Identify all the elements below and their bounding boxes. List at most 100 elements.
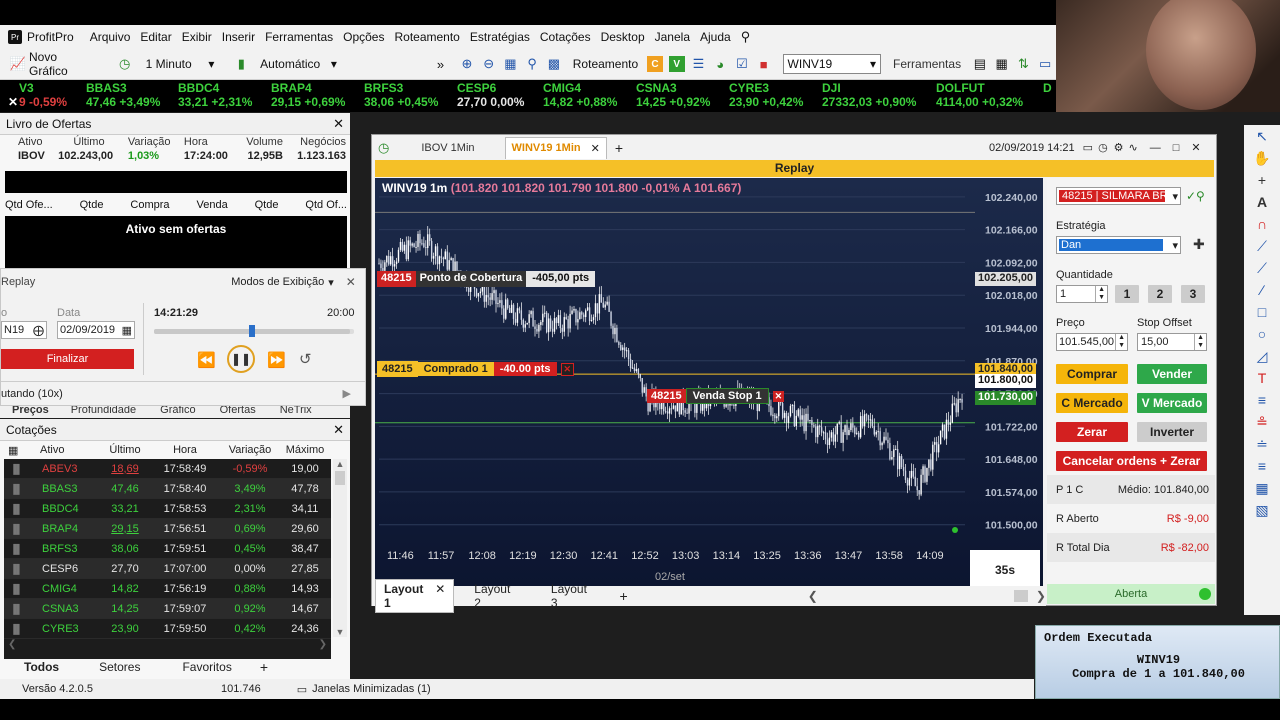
replay-progress-handle[interactable] (249, 325, 255, 337)
table-row[interactable]: ▐▌ ABEV3 18,69 17:58:49 -0,59% 19,00 (4, 459, 331, 479)
more-chevron-icon[interactable]: » (437, 57, 444, 72)
qty-1-button[interactable]: 1 (1115, 285, 1139, 303)
v-icon[interactable]: V (668, 56, 685, 72)
zerar-button[interactable]: Zerar (1056, 422, 1128, 442)
restart-icon[interactable]: ↺ (299, 350, 312, 368)
ticker-item[interactable]: BRFS3 38,06 +0,45% (364, 81, 438, 109)
crosshair-icon[interactable]: + (1244, 169, 1280, 191)
qty-3-button[interactable]: 3 (1181, 285, 1205, 303)
order-executed-notification[interactable]: Ordem Executada WINV19 Compra de 1 a 101… (1035, 625, 1280, 699)
menu-desktop[interactable]: Desktop (601, 30, 645, 44)
ticker-item[interactable]: CYRE3 23,90 +0,42% (729, 81, 803, 109)
table-row[interactable]: ▐▌ BRAP4 29,15 17:56:51 0,69% 29,60 (4, 519, 331, 539)
menu-roteamento[interactable]: Roteamento (394, 30, 459, 44)
menu-ajuda[interactable]: Ajuda (700, 30, 731, 44)
tab-profundidade[interactable]: Profundidade (71, 406, 136, 418)
menu-opcoes[interactable]: Opções (343, 30, 384, 44)
magnet-icon[interactable]: ∩ (1244, 213, 1280, 235)
fan-icon[interactable]: ≐ (1244, 433, 1280, 455)
ticker-item[interactable]: CSNA3 14,25 +0,92% (636, 81, 710, 109)
search-chart-icon[interactable]: ⚲ (524, 56, 540, 72)
quantidade-input[interactable]: 1 ▲ ▼ (1056, 285, 1108, 303)
tab-setores[interactable]: Setores (99, 660, 140, 674)
trendline-icon[interactable]: ⟋ (1244, 235, 1280, 257)
scroll-left-icon[interactable]: ❮ (808, 589, 818, 603)
add-tab-icon[interactable]: + (260, 659, 268, 675)
zoom-out-icon[interactable]: ⊖ (481, 56, 497, 72)
table-row[interactable]: ▐▌ CSNA3 14,25 17:59:07 0,92% 14,67 (4, 599, 331, 619)
close-icon[interactable]: ✕ (333, 116, 344, 132)
replay-progress-track[interactable] (154, 325, 354, 337)
tab-precos[interactable]: Preços (12, 406, 49, 418)
cancelar-zerar-button[interactable]: Cancelar ordens + Zerar (1056, 451, 1207, 471)
settings-icon[interactable]: ⚙ (1114, 141, 1124, 154)
tab-grafico[interactable]: Gráfico (160, 406, 195, 418)
grid-icon[interactable]: ▦ (503, 56, 519, 72)
scroll-up-icon[interactable]: ▲ (333, 459, 347, 469)
menu-exibir[interactable]: Exibir (182, 30, 212, 44)
chart-type-icon[interactable]: ∿ (1129, 141, 1138, 154)
mode-select[interactable]: Automático ▾ (260, 57, 337, 71)
add-layout-icon[interactable]: + (620, 588, 628, 604)
text-icon[interactable]: A (1244, 191, 1280, 213)
scroll-left-icon[interactable]: ❮ (8, 639, 16, 653)
play-icon[interactable]: ▶ (343, 387, 351, 400)
qty-2-button[interactable]: 2 (1148, 285, 1172, 303)
finalizar-button[interactable]: Finalizar (1, 349, 134, 369)
stepper-icon[interactable]: ▲ ▼ (1115, 334, 1127, 350)
cobertura-tag[interactable]: 48215 Ponto de Cobertura -405,00 pts (377, 271, 596, 287)
layout-2-tab[interactable]: Layout 2 (474, 582, 515, 610)
layout-icon[interactable]: ▤ (972, 56, 988, 72)
window-icon[interactable]: ▭ (1083, 141, 1093, 154)
maximize-icon[interactable]: □ (1173, 142, 1180, 154)
sort-arrows-icon[interactable]: ⇅ (1016, 56, 1032, 72)
channel-icon[interactable]: ∕ (1244, 279, 1280, 301)
pause-button[interactable]: ❚❚ (227, 345, 255, 373)
check-list-icon[interactable]: ☑ (734, 56, 750, 72)
close-icon[interactable]: ✕ (333, 422, 344, 438)
table-row[interactable]: ▐▌ CESP6 27,70 17:07:00 0,00% 27,85 (4, 559, 331, 579)
table-icon[interactable]: ▩ (546, 56, 562, 72)
flag-icon[interactable]: ■ (756, 56, 772, 72)
menu-ferramentas[interactable]: Ferramentas (265, 30, 333, 44)
table-row[interactable]: ▐▌ BRFS3 38,06 17:59:51 0,45% 38,47 (4, 539, 331, 559)
layout-1-tab[interactable]: Layout 1 ✕ (375, 579, 455, 613)
ticker-item[interactable]: D (1043, 81, 1052, 95)
quotes-scrollbar[interactable]: ▲ ▼ (333, 459, 347, 637)
ticker-item[interactable]: CMIG4 14,82 +0,88% (543, 81, 617, 109)
stepper-icon[interactable]: ▲ ▼ (1194, 334, 1206, 350)
venda-stop-tag[interactable]: 48215 Venda Stop 1 ✕ (647, 388, 785, 404)
scroll-thumb[interactable] (1013, 590, 1028, 602)
ticker-item[interactable]: DOLFUT 4114,00 +0,32% (936, 81, 1023, 109)
table-row[interactable]: ▐▌ CMIG4 14,82 17:56:19 0,88% 14,93 (4, 579, 331, 599)
measure-icon[interactable]: ▧ (1244, 499, 1280, 521)
c-mercado-button[interactable]: C Mercado (1056, 393, 1128, 413)
grid-layout-icon[interactable]: ▦ (994, 56, 1010, 72)
tab-netrix[interactable]: NeTrix (280, 406, 312, 418)
tab-winv19[interactable]: WINV19 1Min ✕ (504, 136, 607, 159)
add-tab-icon[interactable]: + (615, 140, 623, 156)
layout-3-tab[interactable]: Layout 3 (551, 582, 592, 610)
tab-ibov[interactable]: IBOV 1Min (421, 142, 474, 154)
tab-favoritos[interactable]: Favoritos (182, 660, 231, 674)
ticker-item[interactable]: CESP6 27,70 0,00% (457, 81, 524, 109)
rewind-icon[interactable]: ⏪ (197, 351, 216, 369)
close-icon[interactable]: ✕ (346, 275, 356, 289)
fast-forward-icon[interactable]: ⏩ (267, 351, 286, 369)
quotes-hscroll[interactable]: ❮ ❯ (4, 639, 331, 653)
stepper-icon[interactable]: ▲ ▼ (1095, 286, 1107, 302)
ruler-icon[interactable]: ▦ (1244, 477, 1280, 499)
table-row[interactable]: ▐▌ BBDC4 33,21 17:58:53 2,31% 34,11 (4, 499, 331, 519)
inverter-button[interactable]: Inverter (1137, 422, 1207, 442)
interval-select[interactable]: 1 Minuto ▾ (146, 57, 215, 71)
zoom-in-icon[interactable]: ⊕ (459, 56, 475, 72)
modes-dropdown[interactable]: Modos de Exibição ▾ (231, 276, 333, 289)
stop-offset-input[interactable]: 15,00 ▲ ▼ (1137, 333, 1207, 351)
pie-icon[interactable]: ◕ (712, 56, 728, 72)
menu-estrategias[interactable]: Estratégias (470, 30, 530, 44)
date-input[interactable]: 02/09/2019 ▦ (57, 321, 135, 339)
rectangle-icon[interactable]: □ (1244, 301, 1280, 323)
v-mercado-button[interactable]: V Mercado (1137, 393, 1207, 413)
account-check-icon[interactable]: ✓⚲ (1186, 189, 1205, 203)
estrategia-select[interactable]: Dan ▾ (1056, 236, 1181, 254)
